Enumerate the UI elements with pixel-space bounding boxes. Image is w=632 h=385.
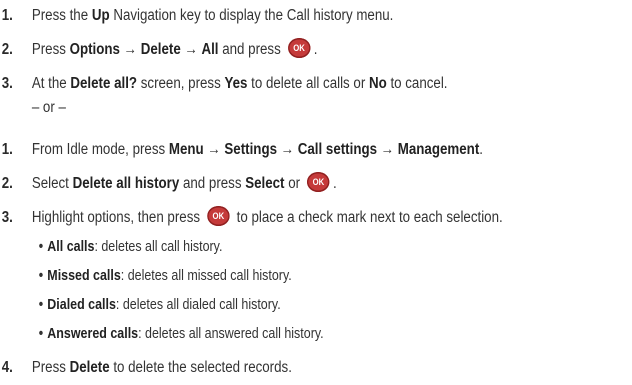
step-text: Select Delete all history and press Sele… xyxy=(32,172,337,194)
step-text: Press the Up Navigation key to display t… xyxy=(31,7,394,24)
step-number: 2. xyxy=(1,175,13,192)
step-number: 3. xyxy=(1,209,13,226)
instruction-page: 1. Press the Up Navigation key to displa… xyxy=(1,7,503,376)
step-text: At the Delete all? screen, press Yes to … xyxy=(31,75,448,92)
step-number: 1. xyxy=(1,141,13,158)
step-text: Press Delete to delete the selected reco… xyxy=(31,359,292,376)
ok-key-icon: OK xyxy=(307,172,330,192)
step-text: From Idle mode, press Menu → Settings → … xyxy=(31,141,483,158)
step-text: Press Options → Delete → All and press O… xyxy=(32,38,317,60)
step-number: 4. xyxy=(1,359,13,376)
step-number: 3. xyxy=(1,75,13,92)
ok-key-icon: OK xyxy=(287,38,311,58)
step-number: 2. xyxy=(1,41,13,58)
ok-key-icon: OK xyxy=(207,206,230,226)
step-number: 1. xyxy=(1,7,13,24)
step-text: Highlight options, then press OK to plac… xyxy=(32,206,503,228)
